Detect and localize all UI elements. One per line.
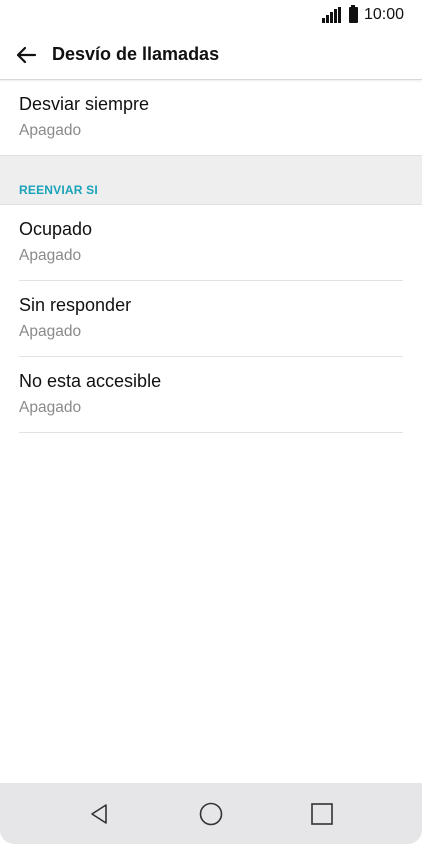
nav-recents-button[interactable] bbox=[292, 783, 352, 844]
battery-icon bbox=[348, 5, 358, 23]
item-subtitle: Apagado bbox=[19, 122, 82, 139]
list-item-no-esta-accesible[interactable]: No esta accesible Apagado bbox=[19, 357, 403, 433]
screen: 10:00 Desvío de llamadas Desviar siempre… bbox=[0, 0, 422, 844]
item-title: Desviar siempre bbox=[19, 94, 150, 114]
item-title: No esta accesible bbox=[19, 371, 162, 391]
item-subtitle: Apagado bbox=[19, 247, 82, 264]
status-time: 10:00 bbox=[363, 6, 404, 23]
nav-home-button[interactable] bbox=[181, 783, 241, 844]
back-triangle-icon bbox=[91, 803, 107, 824]
list-item-sin-responder[interactable]: Sin responder Apagado bbox=[19, 281, 403, 357]
arrow-left-icon bbox=[16, 46, 37, 63]
status-bar: 10:00 bbox=[0, 0, 422, 30]
item-title: Ocupado bbox=[19, 219, 93, 239]
recents-square-icon bbox=[311, 802, 333, 825]
nav-back-button[interactable] bbox=[69, 783, 129, 844]
item-title: Sin responder bbox=[19, 295, 132, 315]
list-item-desviar-siempre[interactable]: Desviar siempre Apagado bbox=[19, 80, 403, 156]
divider bbox=[19, 432, 403, 433]
section-label: REENVIAR SI bbox=[19, 183, 98, 197]
page-title: Desvío de llamadas bbox=[52, 44, 220, 64]
list-item-ocupado[interactable]: Ocupado Apagado bbox=[19, 205, 403, 281]
home-circle-icon bbox=[199, 802, 223, 825]
app-bar: Desvío de llamadas bbox=[0, 30, 422, 80]
signal-icon bbox=[321, 7, 341, 23]
item-subtitle: Apagado bbox=[19, 399, 82, 416]
item-subtitle: Apagado bbox=[19, 323, 82, 340]
back-button[interactable] bbox=[1, 30, 51, 80]
section-header: REENVIAR SI bbox=[0, 155, 422, 205]
nav-bar bbox=[0, 783, 422, 844]
